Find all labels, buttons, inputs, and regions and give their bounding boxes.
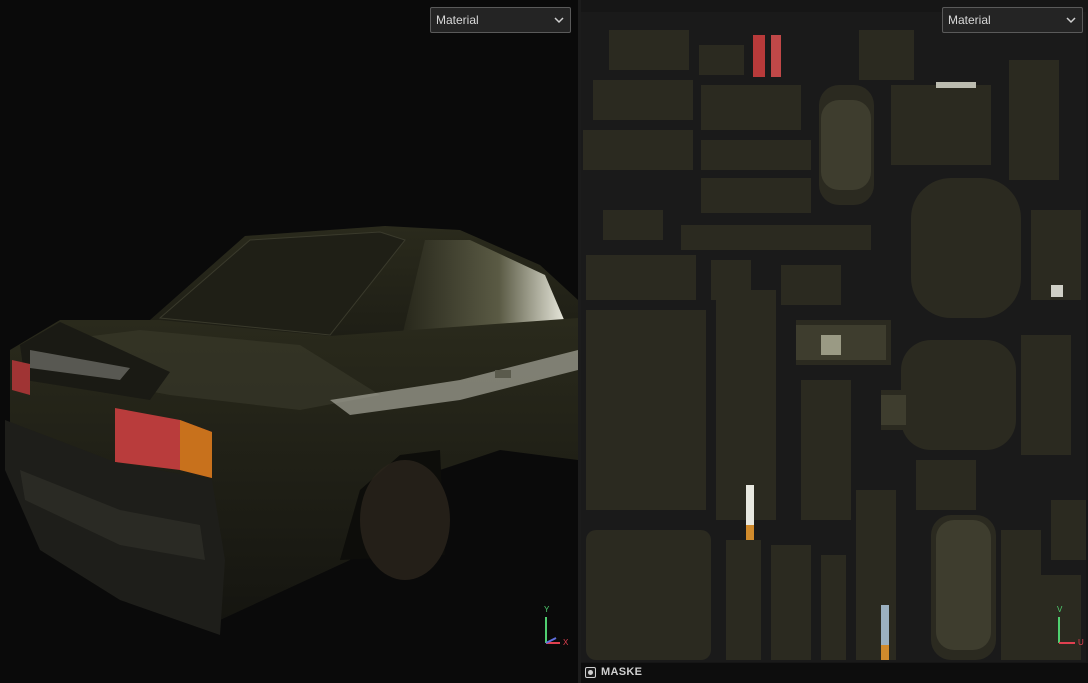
material-dropdown-value: Material	[436, 13, 479, 27]
mask-toggle-icon[interactable]	[585, 667, 596, 678]
chevron-down-icon	[554, 17, 564, 24]
axis-gizmo-3d: Y X	[538, 605, 570, 649]
mask-bar: MASKE	[581, 663, 1088, 683]
mask-label[interactable]: MASKE	[601, 666, 642, 678]
material-dropdown-value: Material	[948, 13, 991, 27]
axis-y-label: Y	[544, 605, 550, 614]
3d-viewport[interactable]: Material Y X	[0, 0, 578, 683]
uv-texture-map[interactable]	[581, 0, 1088, 663]
axis-gizmo-uv: V U	[1051, 605, 1085, 649]
chevron-down-icon	[1066, 17, 1076, 24]
axis-x-label: X	[563, 638, 569, 647]
car-model-render[interactable]	[0, 0, 578, 683]
axis-u-label: U	[1078, 638, 1084, 647]
uv-viewport[interactable]: Material V U MASKE	[581, 0, 1088, 683]
material-dropdown-uv[interactable]: Material	[942, 7, 1083, 33]
material-dropdown-3d[interactable]: Material	[430, 7, 571, 33]
axis-v-label: V	[1057, 605, 1063, 614]
